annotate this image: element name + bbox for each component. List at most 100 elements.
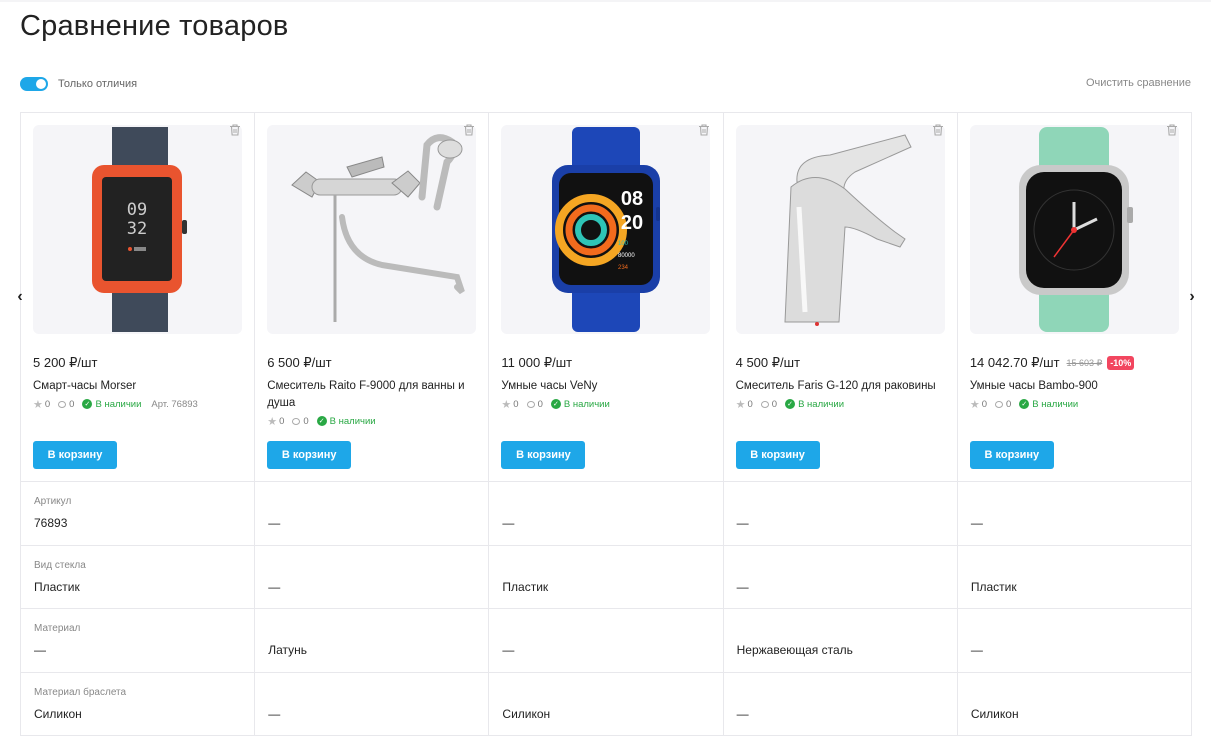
page-title: Сравнение товаров xyxy=(20,10,289,42)
attribute-cell: — xyxy=(489,482,724,546)
old-price: 15 603 ₽ xyxy=(1066,357,1103,368)
attribute-cell: Нержавеющая сталь xyxy=(723,609,958,673)
stock-status: В наличии xyxy=(95,398,142,410)
top-divider xyxy=(0,0,1211,2)
attribute-label: Артикул xyxy=(34,496,72,507)
stock-status: В наличии xyxy=(1032,398,1079,410)
attribute-value: — xyxy=(268,579,281,594)
attribute-value: — xyxy=(736,706,749,721)
attribute-value: Силикон xyxy=(970,706,1019,721)
product-sku: Арт. 76893 xyxy=(151,398,198,410)
review-count: 0 xyxy=(1005,398,1012,410)
attribute-label: Материал браслета xyxy=(34,686,127,698)
attribute-value: Латунь xyxy=(268,643,307,657)
product-card: 4 500 ₽/шт Смеситель Faris G-120 для рак… xyxy=(723,113,958,482)
attribute-cell: Вид стекла Пластик xyxy=(21,545,256,609)
attribute-value: Пластик xyxy=(502,579,549,594)
check-icon: ✓ xyxy=(316,416,327,426)
attribute-cell: Артикул 76893 xyxy=(21,482,256,546)
add-to-cart-button[interactable]: В корзину xyxy=(735,441,820,469)
toggle-knob xyxy=(36,79,46,89)
comment-icon xyxy=(994,400,1003,408)
add-to-cart-button[interactable]: В корзину xyxy=(33,441,117,469)
attribute-cell: Материал — xyxy=(21,609,256,673)
attribute-value: — xyxy=(736,579,749,594)
attribute-value: — xyxy=(736,516,749,530)
scroll-right-chevron-icon[interactable]: › xyxy=(1183,288,1201,306)
scroll-left-chevron-icon[interactable]: ‹ xyxy=(11,288,29,306)
attribute-label: Вид стекла xyxy=(34,559,86,571)
add-to-cart-button[interactable]: В корзину xyxy=(969,441,1054,469)
attribute-cell: — xyxy=(957,609,1193,673)
product-price: 4 500 ₽/шт xyxy=(735,355,801,370)
remove-trash-icon[interactable] xyxy=(462,123,476,137)
rating-count: 0 xyxy=(44,398,51,410)
attribute-cell: Материал браслета Силикон xyxy=(21,672,256,736)
product-image[interactable] xyxy=(969,125,1179,334)
attribute-cell: — xyxy=(255,545,490,609)
attribute-value: — xyxy=(502,516,515,530)
comment-icon xyxy=(526,400,535,408)
discount-badge: -10% xyxy=(1107,356,1135,370)
rating-count: 0 xyxy=(513,398,519,410)
attribute-value: — xyxy=(268,516,281,530)
review-count: 0 xyxy=(537,398,543,410)
attribute-value: — xyxy=(502,643,515,657)
star-icon: ★ xyxy=(33,398,43,411)
stock-status: В наличии xyxy=(329,415,376,427)
comment-icon xyxy=(58,400,67,408)
check-icon: ✓ xyxy=(550,399,561,409)
add-to-cart-button[interactable]: В корзину xyxy=(501,441,586,469)
stock-status: В наличии xyxy=(798,398,844,410)
remove-trash-icon[interactable] xyxy=(228,123,242,137)
stock-status: В наличии xyxy=(563,398,610,410)
rating-count: 0 xyxy=(279,415,285,427)
remove-trash-icon[interactable] xyxy=(931,123,945,137)
bath-mixer-icon xyxy=(290,134,465,322)
check-icon: ✓ xyxy=(1019,399,1030,409)
product-name[interactable]: Умные часы VeNy xyxy=(501,378,710,395)
attribute-row-strap-material: Материал браслета Силикон — Силикон — Сил… xyxy=(21,672,1193,736)
product-name[interactable]: Смеситель Raito F-9000 для ванны и душа xyxy=(267,378,476,412)
watch-time-minutes: 20 xyxy=(621,212,643,234)
product-price: 6 500 ₽/шт xyxy=(267,355,332,370)
product-meta: ★ 0 0 ✓ В наличии xyxy=(501,397,710,411)
watch-time-hours: 09 xyxy=(126,200,146,220)
product-cards-row: 09 32 5 200 ₽/шт Смарт-часы Morser ★ 0 0 … xyxy=(21,113,1193,482)
attribute-value: — xyxy=(970,516,983,530)
watch-stat-3: 234 xyxy=(618,265,629,271)
only-differences-toggle[interactable] xyxy=(20,77,48,91)
attribute-cell: — xyxy=(723,672,958,736)
product-image[interactable]: 09 32 xyxy=(33,125,242,334)
product-name[interactable]: Смеситель Faris G-120 для раковины xyxy=(736,378,945,395)
rating-count: 0 xyxy=(981,398,987,410)
attribute-row-sku: Артикул 76893 — — — — xyxy=(21,482,1193,546)
product-price: 5 200 ₽/шт xyxy=(33,355,98,370)
product-card: 14 042.70 ₽/шт 15 603 ₽ -10% Умные часы … xyxy=(957,113,1193,482)
clear-comparison-link[interactable]: Очистить сравнение xyxy=(1086,77,1191,89)
remove-trash-icon[interactable] xyxy=(697,123,711,137)
product-image[interactable]: 08 20 100 80000 234 xyxy=(501,125,711,334)
attribute-cell: — xyxy=(957,482,1193,546)
star-icon: ★ xyxy=(501,398,512,411)
attribute-label: Материал xyxy=(34,623,81,634)
attribute-value: 76893 xyxy=(34,516,68,530)
attribute-cell: Латунь xyxy=(255,609,490,673)
product-image[interactable] xyxy=(735,125,945,334)
comparison-table: 09 32 5 200 ₽/шт Смарт-часы Morser ★ 0 0 … xyxy=(20,112,1193,736)
remove-trash-icon[interactable] xyxy=(1165,123,1179,137)
product-name[interactable]: Умные часы Bambo-900 xyxy=(970,378,1179,395)
product-image[interactable] xyxy=(267,125,477,334)
attribute-cell: Пластик xyxy=(489,545,724,609)
basin-faucet-icon xyxy=(784,134,912,326)
attribute-cell: — xyxy=(255,482,490,546)
review-count: 0 xyxy=(771,398,778,410)
attribute-cell: Силикон xyxy=(957,672,1193,736)
attribute-cell: — xyxy=(255,672,490,736)
product-meta: ★ 0 0 ✓ В наличии xyxy=(970,397,1179,411)
watch-orange-icon: 09 32 xyxy=(91,127,187,332)
add-to-cart-button[interactable]: В корзину xyxy=(267,441,352,469)
only-differences-control: Только отличия xyxy=(20,77,137,91)
product-name[interactable]: Смарт-часы Morser xyxy=(33,378,242,395)
star-icon: ★ xyxy=(735,398,746,411)
